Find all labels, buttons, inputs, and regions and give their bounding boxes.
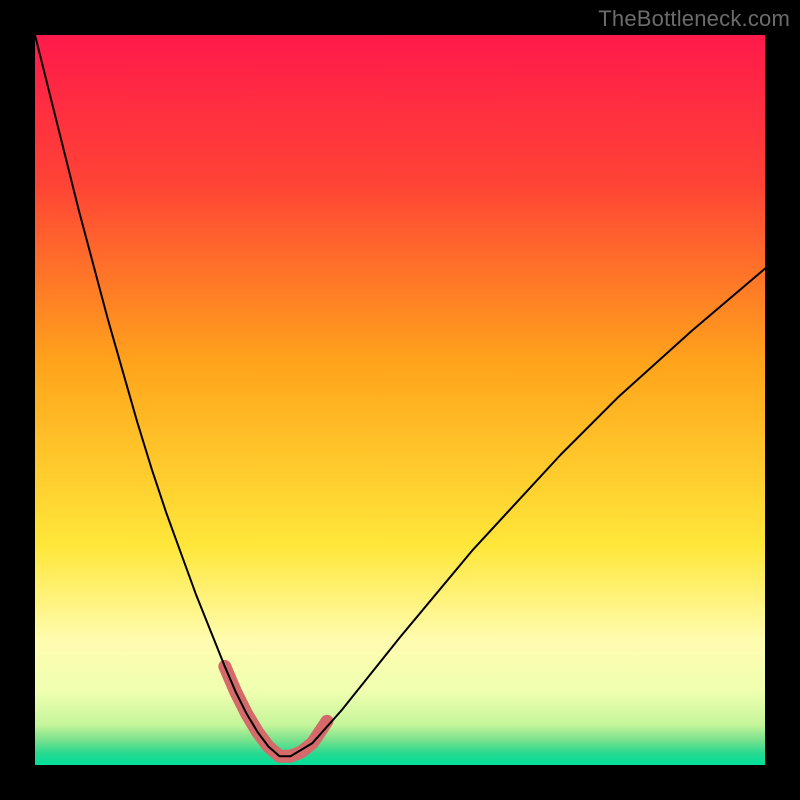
chart-background — [35, 35, 765, 765]
chart-plot-area — [35, 35, 765, 765]
chart-frame: TheBottleneck.com — [0, 0, 800, 800]
watermark-text: TheBottleneck.com — [598, 6, 790, 32]
chart-svg — [35, 35, 765, 765]
